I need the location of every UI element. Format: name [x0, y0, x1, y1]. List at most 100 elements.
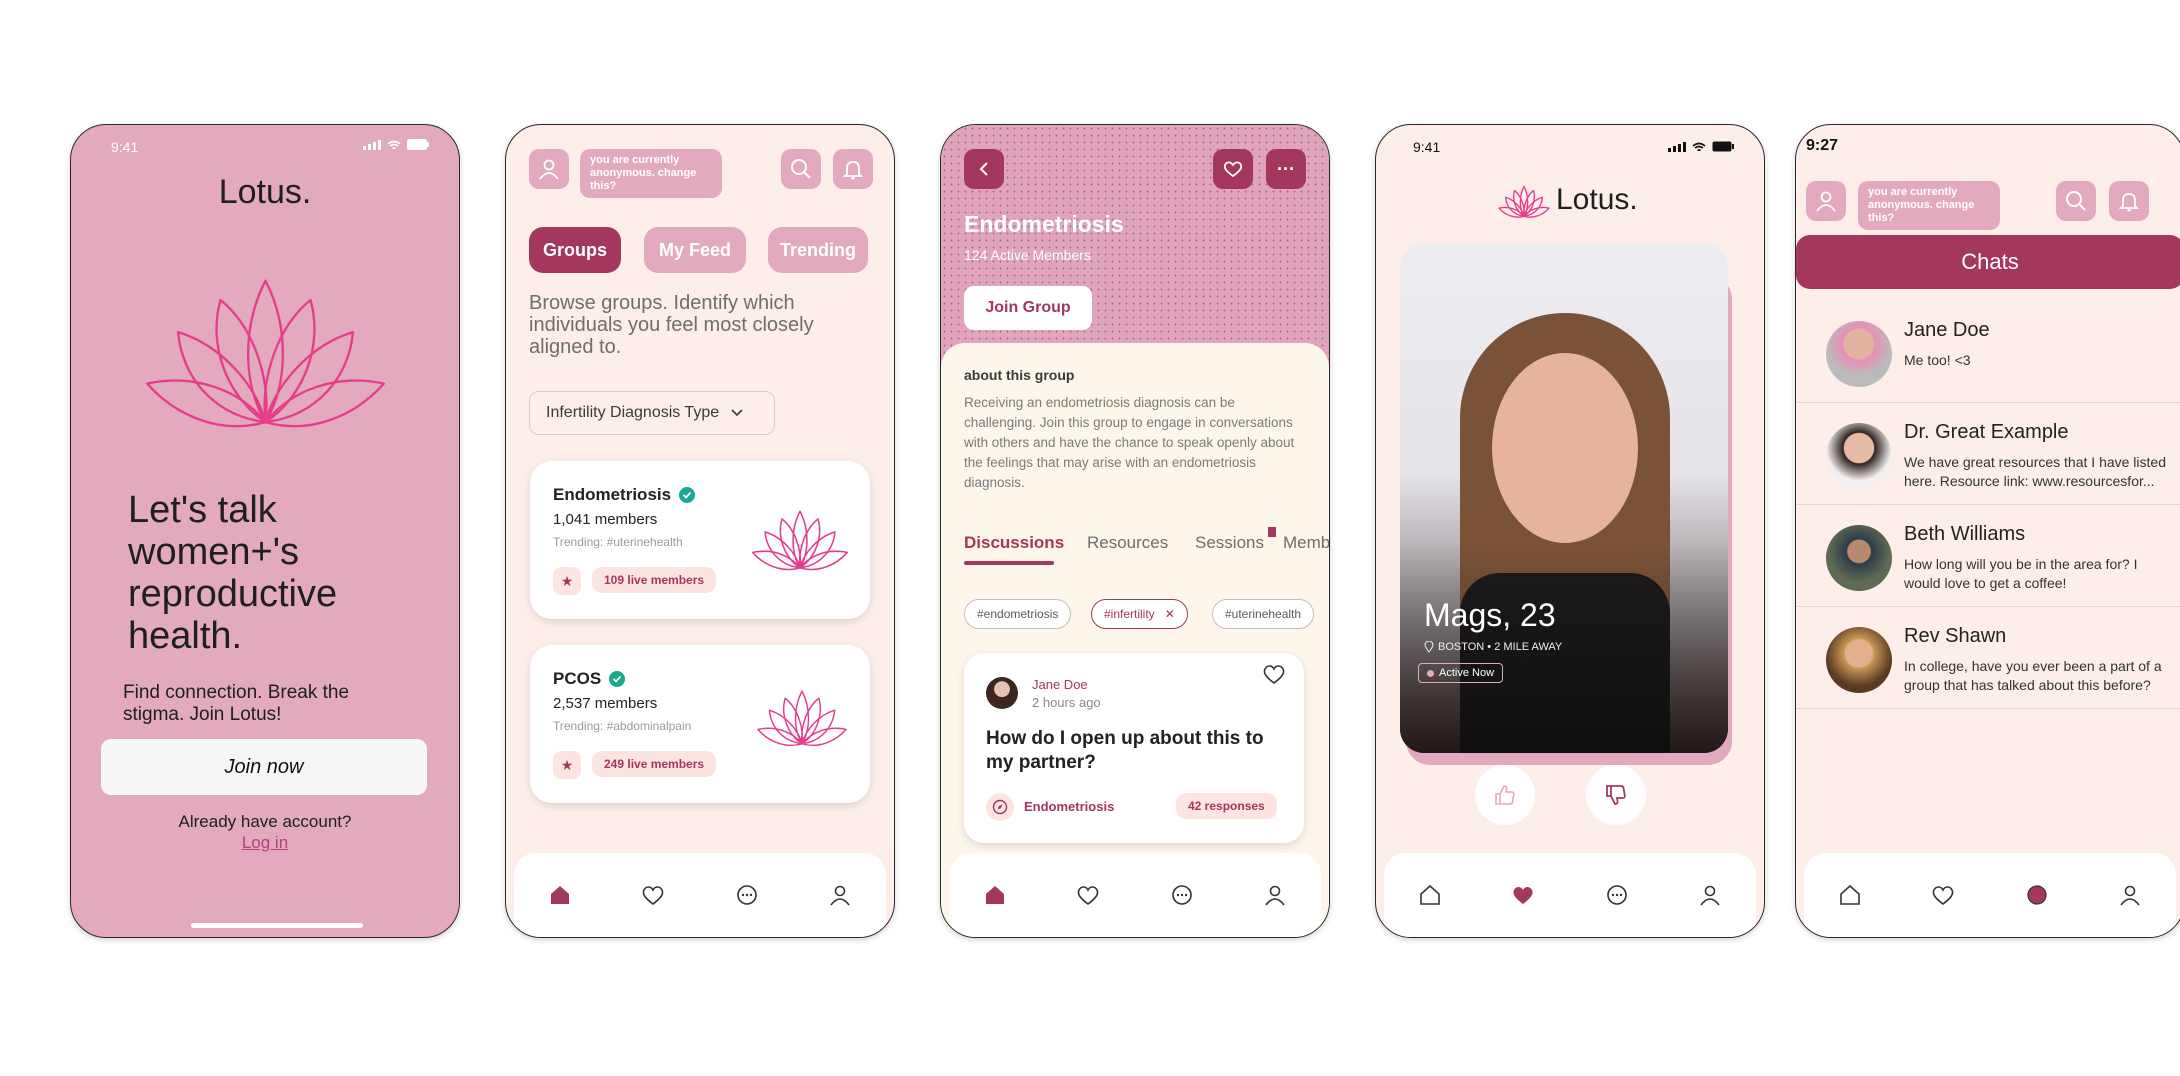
tab-resources[interactable]: Resources — [1087, 533, 1168, 553]
match-screen: 9:41 Lotus. Mags, 23 BOSTON • 2 MILE AWA… — [1375, 124, 1765, 938]
favorite-button[interactable] — [1213, 149, 1253, 189]
nav-heart-icon[interactable] — [641, 884, 665, 906]
profile-button[interactable] — [529, 149, 569, 189]
chat-message: How long will you be in the area for? I … — [1904, 556, 2138, 591]
chevron-left-icon — [979, 162, 988, 176]
headline-line: health. — [128, 615, 243, 657]
nav-home-icon[interactable] — [1839, 884, 1861, 906]
user-icon — [539, 159, 559, 180]
chat-row[interactable]: Rev Shawn In college, have you ever been… — [1796, 607, 2180, 709]
notifications-button[interactable] — [2109, 181, 2149, 221]
like-heart-icon[interactable] — [1262, 663, 1286, 685]
more-options-button[interactable]: ··· — [1266, 149, 1306, 189]
thumbs-up-icon — [1495, 785, 1515, 805]
tag-chip[interactable]: #endometriosis — [964, 599, 1072, 629]
chat-name: Dr. Great Example — [1904, 421, 2069, 443]
chat-row[interactable]: Dr. Great Example We have great resource… — [1796, 403, 2180, 505]
battery-icon — [1712, 141, 1734, 152]
profile-button[interactable] — [1806, 181, 1846, 221]
responses-badge[interactable]: 42 responses — [1176, 793, 1277, 819]
status-time: 9:41 — [1413, 139, 1441, 155]
nav-chat-icon[interactable] — [1605, 883, 1629, 907]
post-group[interactable]: Endometriosis — [1024, 799, 1114, 814]
headline-line: women+'s — [128, 531, 299, 573]
group-card-pcos[interactable]: PCOS 2,537 members Trending: #abdominalp… — [530, 645, 870, 803]
chat-message: Me too! <3 — [1904, 352, 1971, 368]
headline-line: reproductive — [128, 573, 338, 615]
location-text: BOSTON • 2 MILE AWAY — [1438, 641, 1563, 653]
about-title: about this group — [964, 367, 1075, 383]
profile-photo-card[interactable]: Mags, 23 BOSTON • 2 MILE AWAY Active Now — [1400, 243, 1728, 753]
nav-heart-icon[interactable] — [1076, 884, 1100, 906]
close-icon[interactable]: ✕ — [1165, 607, 1175, 621]
nav-profile-icon[interactable] — [1264, 884, 1286, 906]
discussion-post-card[interactable]: Jane Doe 2 hours ago How do I open up ab… — [964, 653, 1304, 843]
signal-icon — [363, 139, 381, 150]
login-link[interactable]: Log in — [71, 833, 459, 853]
nav-home-icon[interactable] — [984, 884, 1006, 906]
profile-name: Mags, 23 — [1424, 597, 1556, 633]
heart-icon — [1223, 161, 1243, 178]
location-pin-icon — [1424, 641, 1434, 653]
nav-home-icon[interactable] — [549, 884, 571, 906]
chat-name: Jane Doe — [1904, 319, 1990, 341]
group-card-endometriosis[interactable]: Endometriosis 1,041 members Trending: #u… — [530, 461, 870, 619]
tag-chip-selected[interactable]: #infertility ✕ — [1091, 599, 1188, 629]
back-button[interactable] — [964, 149, 1004, 189]
headline: Let's talk women+'s reproductive health. — [128, 489, 337, 657]
bell-icon — [842, 161, 864, 180]
like-button[interactable] — [1475, 765, 1535, 825]
tab-members[interactable]: Memb — [1283, 533, 1329, 553]
notifications-button[interactable] — [833, 149, 873, 189]
nav-chat-icon[interactable] — [1170, 883, 1194, 907]
tab-discussions[interactable]: Discussions — [964, 533, 1064, 553]
join-group-button[interactable]: Join Group — [964, 286, 1092, 330]
brand-title: Lotus. — [218, 173, 312, 211]
search-button[interactable] — [2056, 181, 2096, 221]
nav-chat-icon[interactable] — [735, 883, 759, 907]
profile-location: BOSTON • 2 MILE AWAY — [1424, 641, 1562, 653]
tab-sessions[interactable]: Sessions — [1195, 533, 1264, 553]
account-prompt: Already have account? — [178, 812, 352, 831]
anonymous-toggle[interactable]: you are currently anonymous. change this… — [1858, 181, 2000, 230]
nav-profile-icon[interactable] — [2119, 884, 2141, 906]
battery-icon — [407, 139, 429, 150]
author-name[interactable]: Jane Doe — [1032, 677, 1088, 692]
browse-intro: Browse groups. Identify which individual… — [529, 292, 814, 358]
post-time: 2 hours ago — [1032, 695, 1101, 710]
diagnosis-filter-dropdown[interactable]: Infertility Diagnosis Type — [529, 391, 775, 435]
group-members: 2,537 members — [553, 695, 658, 712]
nav-heart-icon[interactable] — [1931, 884, 1955, 906]
active-now-badge: Active Now — [1418, 663, 1504, 683]
chat-row[interactable]: Beth Williams How long will you be in th… — [1796, 505, 2180, 607]
tag-chip[interactable]: #uterinehealth — [1212, 599, 1315, 629]
avatar — [1826, 627, 1892, 693]
tab-groups[interactable]: Groups — [529, 227, 621, 273]
chat-name: Beth Williams — [1904, 523, 2026, 545]
tab-my-feed[interactable]: My Feed — [644, 227, 746, 273]
join-now-button[interactable]: Join now — [101, 739, 427, 795]
profile-photo-face — [1492, 353, 1638, 543]
nav-profile-icon[interactable] — [829, 884, 851, 906]
nav-home-icon[interactable] — [1419, 884, 1441, 906]
status-time: 9:27 — [1806, 137, 1839, 154]
user-icon — [1816, 191, 1836, 212]
dropdown-label: Infertility Diagnosis Type — [546, 404, 720, 421]
author-avatar — [986, 677, 1018, 709]
nav-heart-icon[interactable] — [1511, 884, 1535, 906]
live-members-badge: 249 live members — [592, 751, 717, 777]
nav-profile-icon[interactable] — [1699, 884, 1721, 906]
verified-icon — [679, 487, 696, 503]
favorite-star-icon[interactable]: ★ — [553, 567, 581, 595]
anonymous-toggle[interactable]: you are currently anonymous. change this… — [580, 149, 722, 198]
dislike-button[interactable] — [1586, 765, 1646, 825]
subtitle: Find connection. Break the stigma. Join … — [123, 682, 350, 725]
favorite-star-icon[interactable]: ★ — [553, 751, 581, 779]
nav-chat-icon[interactable] — [2025, 883, 2049, 907]
tab-trending[interactable]: Trending — [768, 227, 868, 273]
group-detail-screen: ··· Endometriosis 124 Active Members Joi… — [940, 124, 1330, 938]
headline-line: Let's talk — [128, 489, 277, 531]
chat-row[interactable]: Jane Doe Me too! <3 — [1796, 301, 2180, 403]
search-button[interactable] — [781, 149, 821, 189]
lotus-icon — [751, 510, 849, 571]
